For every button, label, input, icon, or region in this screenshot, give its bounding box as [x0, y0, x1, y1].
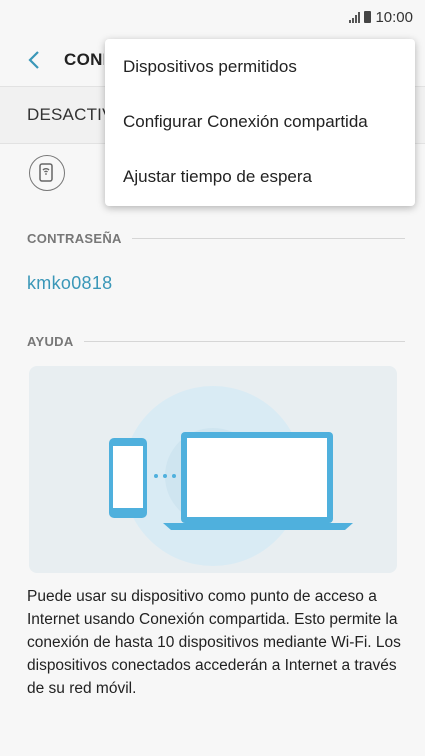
- divider: [131, 238, 405, 239]
- password-section-header: CONTRASEÑA: [27, 231, 405, 246]
- signal-icon: [349, 11, 361, 23]
- help-section-header: AYUDA: [27, 334, 405, 349]
- status-time: 10:00: [375, 8, 413, 26]
- page-title: CONEXIÓN COMPARTIDA Y ZONA WI-FI MÓVIL: [64, 50, 104, 69]
- password-value[interactable]: kmko0818: [27, 273, 112, 294]
- status-bar: 10:00: [0, 0, 425, 34]
- help-header-label: AYUDA: [27, 334, 74, 349]
- divider: [83, 341, 405, 342]
- overflow-menu: Dispositivos permitidos Configurar Conex…: [105, 39, 415, 206]
- back-button[interactable]: [14, 40, 54, 80]
- menu-item-timeout[interactable]: Ajustar tiempo de espera: [105, 149, 415, 204]
- menu-item-configure-hotspot[interactable]: Configurar Conexión compartida: [105, 94, 415, 149]
- phone-laptop-connection-illustration: [29, 366, 397, 573]
- help-text: Puede usar su dispositivo como punto de …: [27, 588, 401, 697]
- password-header-label: CONTRASEÑA: [27, 231, 122, 246]
- switch-label: DESACTIVADO: [27, 105, 109, 124]
- chevron-left-icon: [28, 51, 39, 69]
- menu-item-allowed-devices[interactable]: Dispositivos permitidos: [105, 39, 415, 94]
- battery-icon: [364, 11, 372, 23]
- qr-code-button[interactable]: [29, 155, 65, 191]
- qr-code-icon: [39, 163, 53, 182]
